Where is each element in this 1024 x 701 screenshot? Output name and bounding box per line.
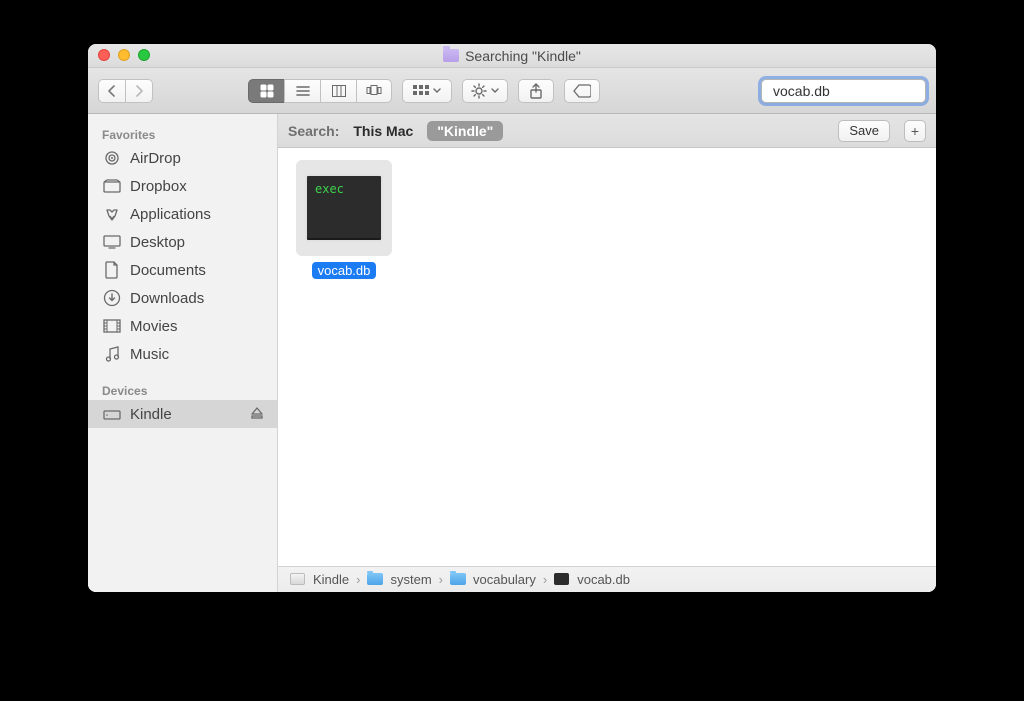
sidebar-item-music[interactable]: Music <box>88 340 277 368</box>
desktop-icon <box>102 235 122 249</box>
sidebar-item-kindle[interactable]: Kindle <box>88 400 277 428</box>
search-scope-this-mac[interactable]: This Mac <box>353 123 413 139</box>
sidebar-item-label: Dropbox <box>130 178 187 195</box>
sidebar-item-label: Music <box>130 346 169 363</box>
sidebar: Favorites AirDrop Dropbox Applications <box>88 114 278 592</box>
sidebar-item-airdrop[interactable]: AirDrop <box>88 144 277 172</box>
back-button[interactable] <box>98 79 125 103</box>
sidebar-item-label: Desktop <box>130 234 185 251</box>
sidebar-item-movies[interactable]: Movies <box>88 312 277 340</box>
group-by-button[interactable] <box>402 79 452 103</box>
sidebar-item-label: Applications <box>130 206 211 223</box>
chevron-right-icon: › <box>356 572 360 587</box>
chevron-right-icon: › <box>439 572 443 587</box>
file-name-label[interactable]: vocab.db <box>312 262 377 279</box>
toolbar <box>88 68 936 114</box>
search-input[interactable] <box>773 83 936 99</box>
search-field[interactable] <box>761 79 926 103</box>
files-area[interactable]: exec vocab.db <box>278 148 936 566</box>
share-icon <box>529 83 543 99</box>
tags-button[interactable] <box>564 79 600 103</box>
movies-icon <box>102 319 122 333</box>
gear-icon <box>471 83 487 99</box>
sidebar-item-desktop[interactable]: Desktop <box>88 228 277 256</box>
path-segment[interactable]: system <box>390 572 431 587</box>
sidebar-item-label: Kindle <box>130 406 172 423</box>
sidebar-item-applications[interactable]: Applications <box>88 200 277 228</box>
sidebar-item-label: Documents <box>130 262 206 279</box>
list-view-button[interactable] <box>284 79 320 103</box>
search-scope-bar: Search: This Mac "Kindle" Save + <box>278 114 936 148</box>
path-segment[interactable]: vocab.db <box>577 572 630 587</box>
drive-icon <box>102 407 122 421</box>
minimize-window-button[interactable] <box>118 49 130 61</box>
add-criteria-button[interactable]: + <box>904 120 926 142</box>
chevron-down-icon <box>433 88 441 94</box>
sidebar-item-label: AirDrop <box>130 150 181 167</box>
view-mode-buttons <box>248 79 392 103</box>
sidebar-section-favorites: Favorites <box>88 122 277 144</box>
folder-icon <box>450 573 466 586</box>
sidebar-item-label: Movies <box>130 318 178 335</box>
sidebar-item-downloads[interactable]: Downloads <box>88 284 277 312</box>
gallery-view-button[interactable] <box>356 79 392 103</box>
zoom-window-button[interactable] <box>138 49 150 61</box>
documents-icon <box>102 261 122 279</box>
applications-icon <box>102 206 122 222</box>
finder-window: Searching "Kindle" <box>88 44 936 592</box>
share-button[interactable] <box>518 79 554 103</box>
traffic-lights <box>98 49 150 61</box>
column-view-button[interactable] <box>320 79 356 103</box>
close-window-button[interactable] <box>98 49 110 61</box>
file-thumbnail: exec <box>296 160 392 256</box>
chevron-down-icon <box>491 88 499 94</box>
path-bar: Kindle › system › vocabulary › vocab.db <box>278 566 936 592</box>
action-menu-button[interactable] <box>462 79 508 103</box>
search-label: Search: <box>288 123 339 139</box>
window-body: Favorites AirDrop Dropbox Applications <box>88 114 936 592</box>
path-segment[interactable]: Kindle <box>313 572 349 587</box>
box-icon <box>102 179 122 193</box>
save-search-button[interactable]: Save <box>838 120 890 142</box>
drive-icon <box>290 573 306 586</box>
downloads-icon <box>102 289 122 307</box>
smart-folder-icon <box>443 49 459 62</box>
airdrop-icon <box>102 149 122 167</box>
path-segment[interactable]: vocabulary <box>473 572 536 587</box>
sidebar-item-documents[interactable]: Documents <box>88 256 277 284</box>
icon-view-button[interactable] <box>248 79 284 103</box>
window-title: Searching "Kindle" <box>465 48 581 64</box>
sidebar-item-label: Downloads <box>130 290 204 307</box>
tag-icon <box>573 84 591 98</box>
titlebar: Searching "Kindle" <box>88 44 936 68</box>
search-scope-kindle[interactable]: "Kindle" <box>427 121 503 141</box>
forward-button[interactable] <box>125 79 153 103</box>
nav-buttons <box>98 79 153 103</box>
exec-icon: exec <box>305 174 383 242</box>
main-pane: Search: This Mac "Kindle" Save + exec vo… <box>278 114 936 592</box>
exec-icon <box>554 573 570 586</box>
chevron-right-icon: › <box>543 572 547 587</box>
sidebar-section-devices: Devices <box>88 378 277 400</box>
music-icon <box>102 345 122 363</box>
folder-icon <box>367 573 383 586</box>
sidebar-item-dropbox[interactable]: Dropbox <box>88 172 277 200</box>
file-item[interactable]: exec vocab.db <box>294 160 394 279</box>
eject-button[interactable] <box>251 406 263 423</box>
